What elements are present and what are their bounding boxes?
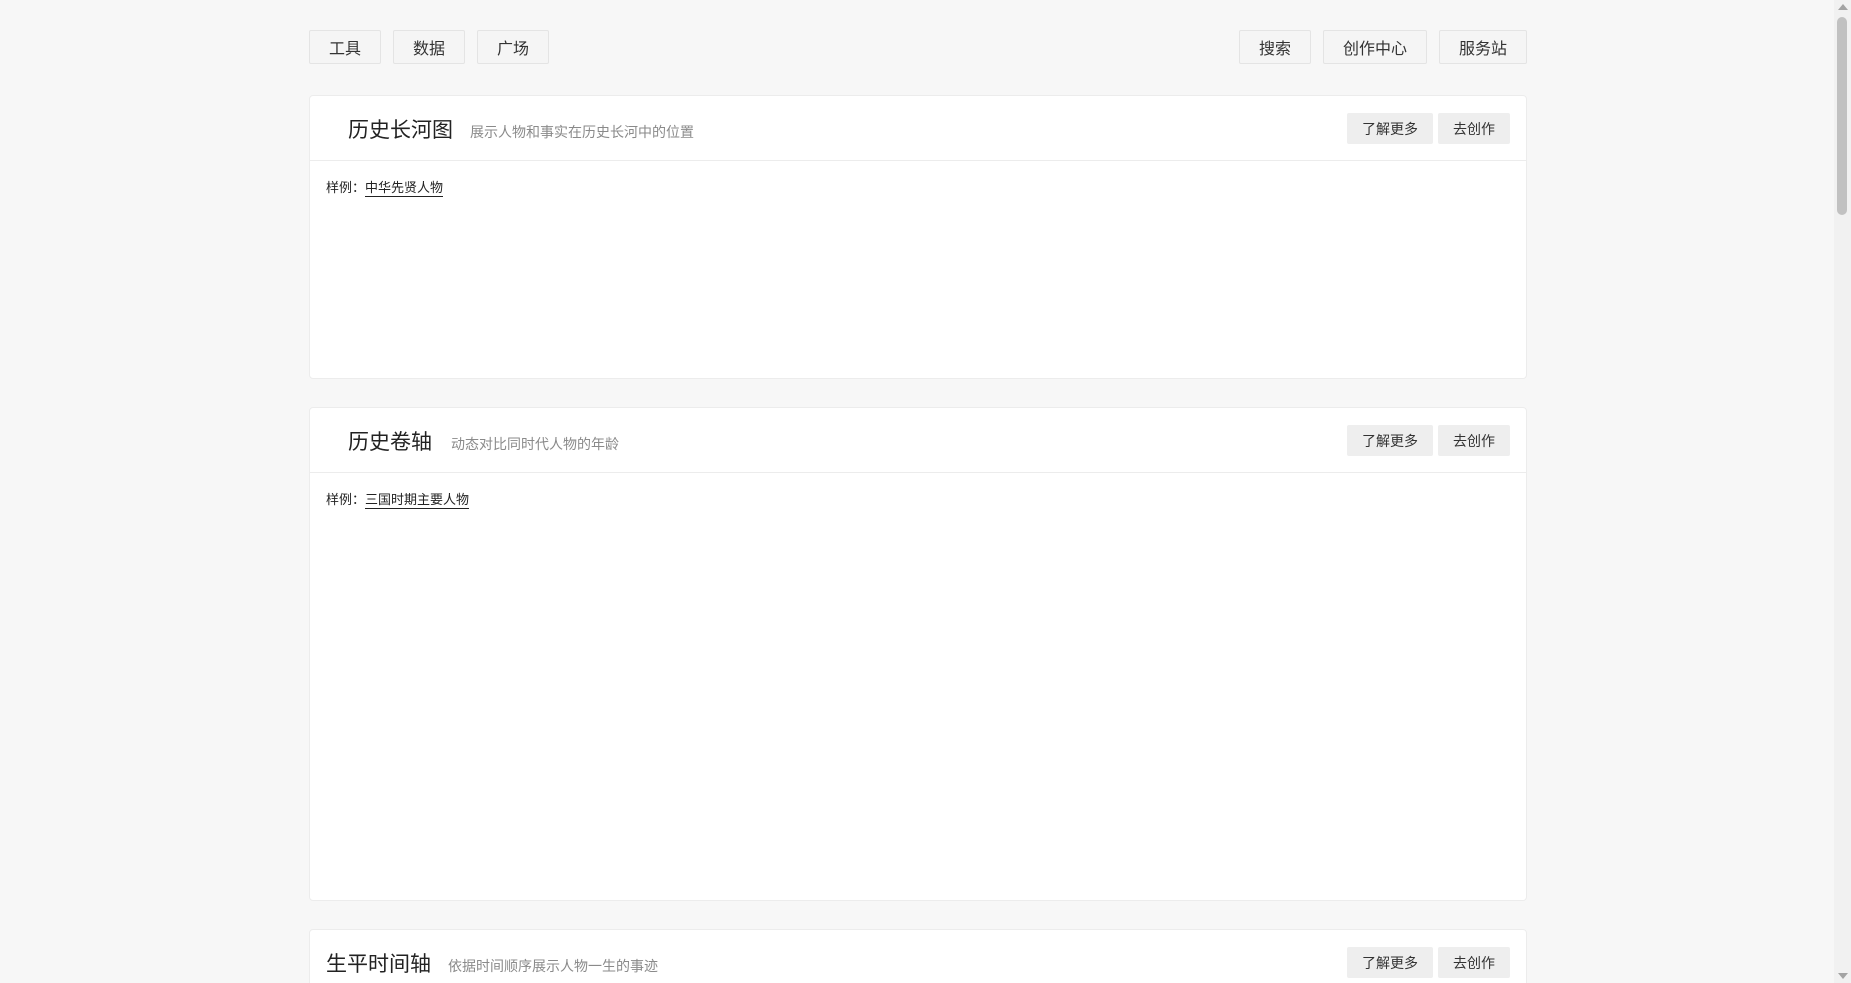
card-header: 生平时间轴 依据时间顺序展示人物一生的事迹 了解更多 去创作 xyxy=(310,930,1526,983)
card-title: 历史卷轴 xyxy=(348,430,432,454)
card-header: 历史卷轴 动态对比同时代人物的年龄 了解更多 去创作 xyxy=(310,408,1526,473)
nav-creation-center-button[interactable]: 创作中心 xyxy=(1322,30,1427,64)
sample-link[interactable]: 中华先贤人物 xyxy=(365,181,444,197)
sample-label: 样例： xyxy=(326,493,366,508)
card-actions: 了解更多 去创作 xyxy=(1347,113,1510,144)
top-nav: 工具 数据 广场 搜索 创作中心 服务站 xyxy=(309,30,1527,66)
card-body: 样例：中华先贤人物 xyxy=(310,161,1526,212)
card-description: 动态对比同时代人物的年龄 xyxy=(451,437,619,453)
sample-link[interactable]: 三国时期主要人物 xyxy=(365,493,470,509)
sample-label: 样例： xyxy=(326,181,366,196)
vertical-scrollbar[interactable] xyxy=(1834,0,1851,983)
card-description: 依据时间顺序展示人物一生的事迹 xyxy=(448,959,658,975)
go-create-button[interactable]: 去创作 xyxy=(1438,947,1510,978)
nav-left-group: 工具 数据 广场 xyxy=(309,30,550,64)
scroll-thumb[interactable] xyxy=(1837,17,1847,215)
scroll-down-arrow-icon[interactable] xyxy=(1838,973,1848,979)
card-life-timeline: 生平时间轴 依据时间顺序展示人物一生的事迹 了解更多 去创作 xyxy=(309,929,1527,983)
card-body: 样例：三国时期主要人物 xyxy=(310,473,1526,524)
card-history-river: 历史长河图 展示人物和事实在历史长河中的位置 了解更多 去创作 样例：中华先贤人… xyxy=(309,95,1527,379)
go-create-button[interactable]: 去创作 xyxy=(1438,425,1510,456)
learn-more-button[interactable]: 了解更多 xyxy=(1347,947,1433,978)
nav-data-button[interactable]: 数据 xyxy=(393,30,466,64)
card-description: 展示人物和事实在历史长河中的位置 xyxy=(470,125,694,141)
card-title: 历史长河图 xyxy=(348,118,453,142)
nav-tools-button[interactable]: 工具 xyxy=(309,30,382,64)
nav-search-button[interactable]: 搜索 xyxy=(1238,30,1311,64)
nav-service-station-button[interactable]: 服务站 xyxy=(1438,30,1527,64)
card-actions: 了解更多 去创作 xyxy=(1347,425,1510,456)
nav-square-button[interactable]: 广场 xyxy=(477,30,550,64)
learn-more-button[interactable]: 了解更多 xyxy=(1347,425,1433,456)
page: 工具 数据 广场 搜索 创作中心 服务站 历史长河图 展示人物和事实在历史长河中… xyxy=(0,0,1851,983)
scroll-up-arrow-icon[interactable] xyxy=(1838,4,1848,10)
card-actions: 了解更多 去创作 xyxy=(1347,947,1510,978)
learn-more-button[interactable]: 了解更多 xyxy=(1347,113,1433,144)
card-history-scroll: 历史卷轴 动态对比同时代人物的年龄 了解更多 去创作 样例：三国时期主要人物 xyxy=(309,407,1527,901)
card-header: 历史长河图 展示人物和事实在历史长河中的位置 了解更多 去创作 xyxy=(310,96,1526,161)
card-title: 生平时间轴 xyxy=(326,952,431,976)
nav-right-group: 搜索 创作中心 服务站 xyxy=(1238,30,1527,64)
go-create-button[interactable]: 去创作 xyxy=(1438,113,1510,144)
